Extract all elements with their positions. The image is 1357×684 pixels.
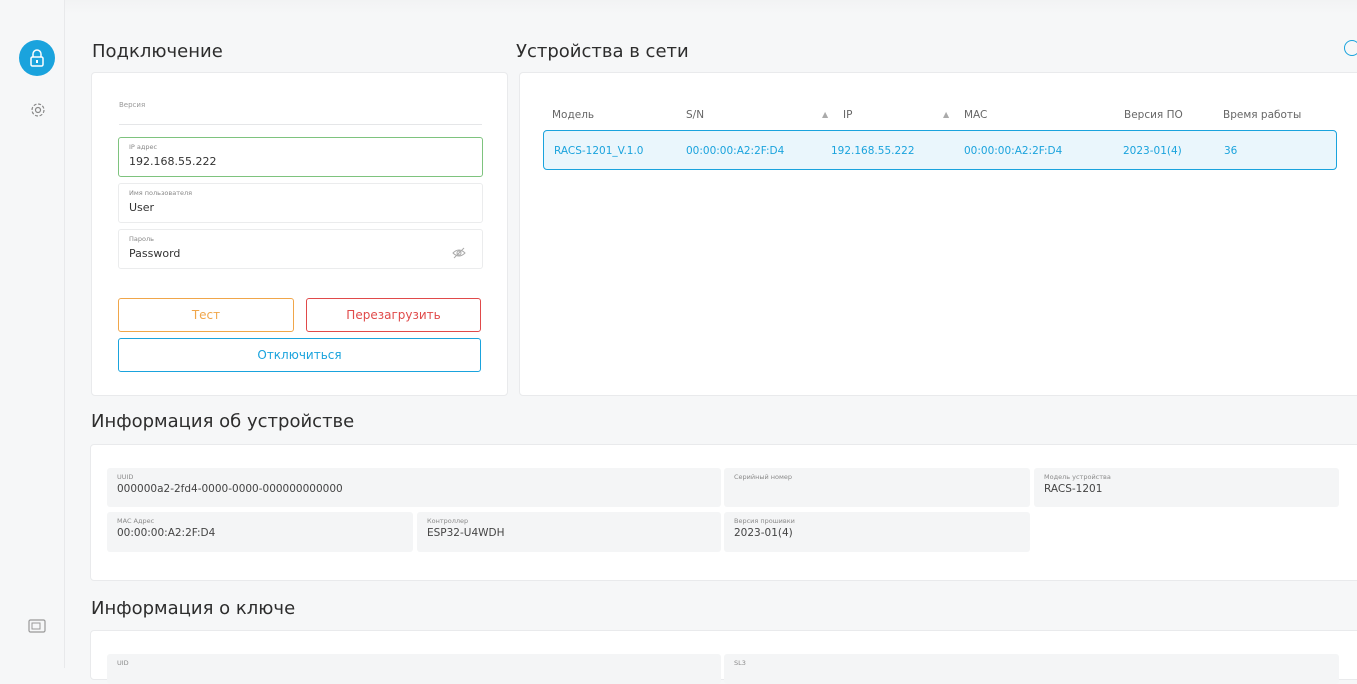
mac-field: MAC Адрес 00:00:00:A2:2F:D4 <box>107 512 413 552</box>
column-header-version[interactable]: Версия ПО <box>1124 109 1183 121</box>
refresh-icon[interactable] <box>1344 40 1357 56</box>
disconnect-button[interactable]: Отключиться <box>118 338 481 372</box>
uuid-value: 000000a2-2fd4-0000-0000-000000000000 <box>117 483 343 495</box>
uuid-label: UUID <box>117 473 134 481</box>
serial-field: Серийный номер <box>724 468 1030 507</box>
password-label: Пароль <box>129 235 154 243</box>
controller-value: ESP32-U4WDH <box>427 527 505 539</box>
sidebar <box>0 0 65 668</box>
uid-label: UID <box>117 659 129 667</box>
gear-icon[interactable] <box>29 101 47 119</box>
key-info-card: UID SL3 <box>90 630 1357 684</box>
mac-value: 00:00:00:A2:2F:D4 <box>117 527 216 539</box>
ip-label: IP адрес <box>129 143 158 151</box>
username-label: Имя пользователя <box>129 189 193 197</box>
mac-label: MAC Адрес <box>117 517 155 525</box>
sl3-label: SL3 <box>734 659 746 667</box>
cell-version: 2023-01(4) <box>1123 145 1182 157</box>
card-reader-icon[interactable] <box>28 618 46 633</box>
sort-icon[interactable]: ▲︎ <box>943 110 949 119</box>
cell-ip: 192.168.55.222 <box>831 145 915 157</box>
sl3-field: SL3 <box>724 654 1339 684</box>
ip-value: 192.168.55.222 <box>129 155 217 168</box>
cell-sn: 00:00:00:A2:2F:D4 <box>686 145 785 157</box>
serial-label: Серийный номер <box>734 473 793 481</box>
firmware-field: Версия прошивки 2023-01(4) <box>724 512 1030 552</box>
cell-mac: 00:00:00:A2:2F:D4 <box>964 145 1063 157</box>
device-info-title: Информация об устройстве <box>91 411 355 432</box>
model-value: RACS-1201 <box>1044 483 1103 495</box>
controller-field: Контроллер ESP32-U4WDH <box>417 512 721 552</box>
top-bar <box>65 0 1357 14</box>
column-header-sn[interactable]: S/N <box>686 109 704 121</box>
uid-field: UID <box>107 654 721 684</box>
devices-title: Устройства в сети <box>516 41 689 62</box>
eye-off-icon[interactable] <box>452 244 466 263</box>
column-header-model[interactable]: Модель <box>552 109 594 121</box>
table-row[interactable] <box>543 130 1337 170</box>
cell-model: RACS-1201_V.1.0 <box>554 145 644 157</box>
version-divider <box>119 124 482 125</box>
controller-label: Контроллер <box>427 517 469 525</box>
firmware-label: Версия прошивки <box>734 517 795 525</box>
test-button[interactable]: Тест <box>118 298 294 332</box>
lock-icon[interactable] <box>19 40 55 76</box>
key-info-title: Информация о ключе <box>91 598 296 619</box>
sort-icon[interactable]: ▲︎ <box>822 110 828 119</box>
ip-field[interactable]: IP адрес 192.168.55.222 <box>118 137 483 177</box>
uuid-field: UUID 000000a2-2fd4-0000-0000-00000000000… <box>107 468 721 507</box>
column-header-uptime[interactable]: Время работы <box>1223 109 1301 121</box>
cell-uptime: 36 <box>1224 145 1238 157</box>
password-field[interactable]: Пароль Password <box>118 229 483 269</box>
firmware-value: 2023-01(4) <box>734 527 793 539</box>
reboot-button[interactable]: Перезагрузить <box>306 298 481 332</box>
model-field: Модель устройства RACS-1201 <box>1034 468 1339 507</box>
column-header-ip[interactable]: IP <box>843 109 852 121</box>
connection-card: Версия IP адрес 192.168.55.222 Имя польз… <box>91 72 508 396</box>
password-value: Password <box>129 247 181 260</box>
device-info-card: UUID 000000a2-2fd4-0000-0000-00000000000… <box>90 444 1357 581</box>
column-header-mac[interactable]: MAC <box>964 109 987 121</box>
version-label: Версия <box>119 101 146 109</box>
username-value: User <box>129 201 155 214</box>
username-field[interactable]: Имя пользователя User <box>118 183 483 223</box>
connection-title: Подключение <box>92 41 223 62</box>
model-label: Модель устройства <box>1044 473 1111 481</box>
